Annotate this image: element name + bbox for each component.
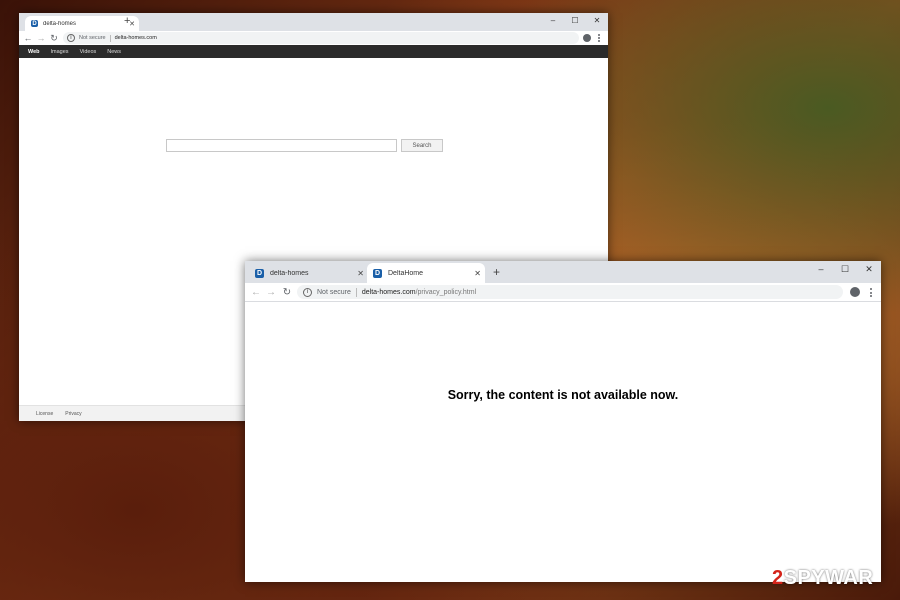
address-bar[interactable]: i Not secure delta-homes.com <box>63 32 579 44</box>
info-icon[interactable]: i <box>303 287 312 297</box>
watermark: 2SPYWAR <box>772 567 873 590</box>
back-arrow-icon[interactable]: ← <box>22 31 34 45</box>
tab-title: delta-homes <box>270 269 309 277</box>
nav-link-videos[interactable]: Videos <box>80 49 97 55</box>
security-label: Not secure <box>79 35 106 41</box>
watermark-text: SPYWAR <box>783 567 874 589</box>
address-bar[interactable]: i Not secure delta-homes.com/privacy_pol… <box>297 285 843 299</box>
window-controls: – ☐ ✕ <box>542 13 608 27</box>
info-icon[interactable]: i <box>67 34 75 42</box>
back-arrow-icon[interactable]: ← <box>249 283 263 301</box>
close-tab-icon[interactable]: ✕ <box>357 269 364 278</box>
search-input[interactable] <box>166 139 397 152</box>
new-tab-button[interactable]: + <box>124 15 130 27</box>
nav-link-web[interactable]: Web <box>28 49 40 55</box>
menu-dots-icon[interactable] <box>597 34 600 42</box>
watermark-prefix: 2 <box>772 567 784 589</box>
browser-toolbar: ← → ↻ i Not secure delta-homes.com <box>19 31 608 45</box>
address-separator <box>355 287 357 297</box>
account-icon[interactable] <box>583 34 591 42</box>
address-url: delta-homes.com/privacy_policy.html <box>362 289 476 296</box>
maximize-icon[interactable]: ☐ <box>833 261 857 277</box>
tab-strip: D delta-homes ✕ D DeltaHome ✕ + – ☐ ✕ <box>245 261 881 283</box>
tab-title: delta-homes <box>43 20 77 27</box>
minimize-icon[interactable]: – <box>809 261 833 277</box>
unavailable-message: Sorry, the content is not available now. <box>447 388 679 402</box>
maximize-icon[interactable]: ☐ <box>564 13 586 27</box>
forward-arrow-icon[interactable]: → <box>264 283 278 301</box>
tab-delta-homes[interactable]: D delta-homes ✕ <box>25 16 139 31</box>
close-window-icon[interactable]: ✕ <box>857 261 881 277</box>
close-window-icon[interactable]: ✕ <box>586 13 608 27</box>
account-icon[interactable] <box>850 287 860 297</box>
new-tab-button[interactable]: + <box>493 265 500 279</box>
delta-favicon-icon: D <box>255 268 264 278</box>
menu-dots-icon[interactable] <box>869 288 872 297</box>
tab-title: DeltaHome <box>388 269 424 277</box>
minimize-icon[interactable]: – <box>542 13 564 27</box>
nav-link-images[interactable]: Images <box>51 49 69 55</box>
footer-link-privacy[interactable]: Privacy <box>65 411 81 417</box>
window-controls: – ☐ ✕ <box>809 261 881 277</box>
address-separator <box>109 34 111 42</box>
address-path: /privacy_policy.html <box>415 288 477 296</box>
footer-link-license[interactable]: License <box>36 411 53 417</box>
tab-strip: D delta-homes ✕ + – ☐ ✕ <box>19 13 608 31</box>
search-nav-bar: Web Images Videos News <box>19 45 608 58</box>
delta-favicon-icon: D <box>31 20 38 27</box>
address-host: delta-homes.com <box>361 288 416 296</box>
security-label: Not secure <box>317 288 351 296</box>
reload-icon[interactable]: ↻ <box>48 31 60 45</box>
nav-link-news[interactable]: News <box>107 49 121 55</box>
browser-window-front: D delta-homes ✕ D DeltaHome ✕ + – ☐ ✕ ← … <box>245 261 881 582</box>
reload-icon[interactable]: ↻ <box>280 283 294 301</box>
close-tab-icon[interactable]: ✕ <box>474 269 481 278</box>
search-button[interactable]: Search <box>401 139 443 152</box>
tab-deltahome[interactable]: D DeltaHome ✕ <box>367 263 485 283</box>
delta-favicon-icon: D <box>373 268 382 278</box>
tab-delta-homes[interactable]: D delta-homes ✕ <box>251 263 367 283</box>
address-url: delta-homes.com <box>114 35 157 41</box>
forward-arrow-icon[interactable]: → <box>35 31 47 45</box>
browser-toolbar: ← → ↻ i Not secure delta-homes.com/priva… <box>245 283 881 302</box>
